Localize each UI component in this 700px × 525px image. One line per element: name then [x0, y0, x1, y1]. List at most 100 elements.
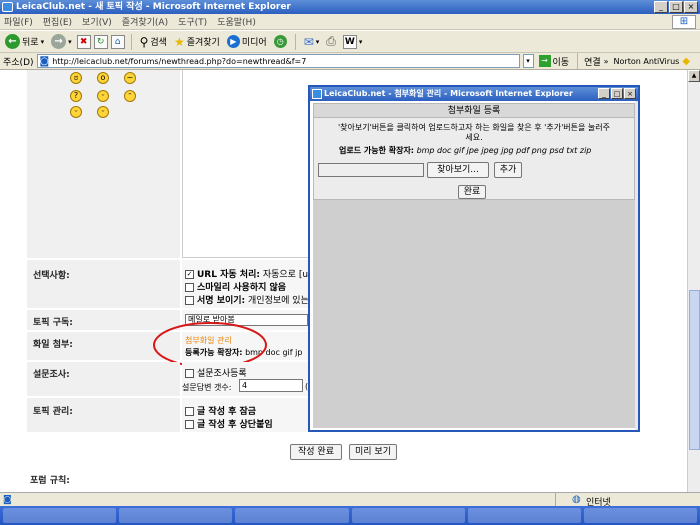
minimize-button[interactable]: _	[598, 88, 610, 99]
mail-button[interactable]: ✉ ▾	[302, 35, 322, 49]
lock-checkbox[interactable]	[185, 407, 194, 416]
sticky-option[interactable]: 글 작성 후 상단붙임	[185, 417, 273, 430]
home-icon[interactable]: ⌂	[110, 34, 125, 49]
search-button[interactable]: ⚲ 검색	[138, 35, 169, 49]
norton-label[interactable]: Norton AntiVirus	[614, 57, 680, 66]
print-button[interactable]: ⎙	[324, 34, 338, 49]
url-auto-checkbox[interactable]: ✓	[185, 270, 194, 279]
go-button[interactable]: → 이동	[537, 55, 572, 68]
page-status-icon: ◙	[3, 495, 12, 505]
smiley-icon[interactable]: ಠ	[70, 72, 82, 84]
manage-label-cell: 토픽 관리:	[27, 398, 180, 432]
done-button[interactable]: 완료	[458, 185, 486, 199]
taskbar-item[interactable]	[3, 508, 117, 523]
menu-favorites[interactable]: 즐겨찾기(A)	[122, 15, 168, 28]
lock-option[interactable]: 글 작성 후 잠금	[185, 404, 256, 417]
preview-button[interactable]: 미리 보기	[349, 444, 397, 460]
smilies-panel: ಠ o ~ ? ᵕ ᵔ ᵕ ᵕ	[27, 70, 180, 258]
message-editor[interactable]	[182, 70, 308, 258]
mad-smiley-icon[interactable]: ᵔ	[124, 90, 136, 102]
submit-button[interactable]: 작성 완료	[290, 444, 342, 460]
menu-tools[interactable]: 도구(T)	[178, 15, 207, 28]
ie-icon	[312, 89, 322, 99]
taskbar-item[interactable]	[583, 508, 698, 523]
url-auto-option[interactable]: ✓ URL 자동 처리: 자동으로 [ur	[185, 267, 312, 280]
add-button[interactable]: 추가	[494, 162, 522, 178]
go-label: 이동	[552, 57, 570, 68]
popup-titlebar: LeicaClub.net - 첨부화일 관리 - Microsoft Inte…	[310, 87, 638, 101]
status-divider	[555, 493, 556, 506]
upload-heading: 첨부화일 등록	[314, 104, 634, 118]
history-button[interactable]: ◷	[272, 35, 289, 48]
taskbar-item[interactable]	[467, 508, 581, 523]
address-input[interactable]: ◙ http://leicaclub.net/forums/newthread.…	[36, 54, 520, 68]
manage-label: 토픽 관리:	[33, 407, 73, 417]
upload-ext-label: 업로드 가능한 확장자:	[339, 146, 415, 155]
scroll-thumb[interactable]	[689, 290, 700, 450]
upload-instructions: '찾아보기'버튼을 클릭하여 업로드하고자 하는 화일을 찾은 후 '추가'버튼…	[318, 123, 630, 143]
scroll-up-icon[interactable]: ▲	[688, 70, 700, 82]
smiley-icon[interactable]: ᵕ	[97, 90, 109, 102]
poll-label-cell: 설문조사:	[27, 362, 180, 396]
chevron-double-right-icon[interactable]: »	[604, 57, 609, 66]
chevron-down-icon: ▾	[40, 37, 45, 46]
popup-window-controls: _ □ ×	[598, 88, 636, 99]
instructions-line-1: '찾아보기'버튼을 클릭하여 업로드하고자 하는 화일을 찾은 후 '추가'버튼…	[337, 123, 611, 132]
close-button[interactable]: ×	[684, 1, 698, 13]
file-path-input[interactable]	[318, 163, 424, 177]
signature-checkbox[interactable]	[185, 296, 194, 305]
sticky-checkbox[interactable]	[185, 420, 194, 429]
signature-label: 서명 보이기:	[197, 296, 246, 306]
forward-button[interactable]: → ▾	[49, 34, 74, 49]
popup-body: 첨부화일 등록 '찾아보기'버튼을 클릭하여 업로드하고자 하는 화일을 찾은 …	[313, 103, 635, 428]
media-button[interactable]: ▶ 미디어	[225, 35, 269, 48]
upload-extensions: 업로드 가능한 확장자: bmp doc gif jpe jpeg jpg pd…	[339, 145, 591, 156]
menu-help[interactable]: 도움말(H)	[217, 15, 256, 28]
links-label[interactable]: 연결	[584, 55, 601, 68]
menu-view[interactable]: 보기(V)	[82, 15, 112, 28]
search-label: 검색	[150, 38, 167, 48]
media-label: 미디어	[241, 38, 267, 48]
smiley-icon[interactable]: ᵕ	[97, 106, 109, 118]
vertical-scrollbar[interactable]: ▲	[687, 70, 700, 492]
norton-icon[interactable]: ◆	[682, 56, 690, 67]
stop-icon[interactable]: ✖	[76, 34, 91, 49]
signature-desc: 개인정보에 있는	[248, 296, 309, 306]
edit-button[interactable]: W ▾	[341, 34, 365, 49]
taskbar-item[interactable]	[235, 508, 349, 523]
back-button[interactable]: ← 뒤로 ▾	[3, 34, 46, 49]
poll-cell: 설문조사등록 설문답변 갯수: 4 (	[182, 362, 308, 396]
no-smilies-checkbox[interactable]	[185, 283, 194, 292]
signature-option[interactable]: 서명 보이기: 개인정보에 있는	[185, 293, 309, 306]
smiley-icon[interactable]: ᵕ	[70, 106, 82, 118]
close-button[interactable]: ×	[624, 88, 636, 99]
address-dropdown-icon[interactable]: ▾	[522, 54, 534, 68]
maximize-button[interactable]: □	[611, 88, 623, 99]
browse-button[interactable]: 찾아보기...	[427, 162, 489, 178]
confused-smiley-icon[interactable]: ?	[70, 90, 82, 102]
maximize-button[interactable]: □	[669, 1, 683, 13]
smiley-icon[interactable]: ~	[124, 72, 136, 84]
taskbar-item[interactable]	[119, 508, 233, 523]
options-label-cell: 선택사항:	[27, 260, 180, 308]
smiley-icon[interactable]: o	[97, 72, 109, 84]
no-smilies-option[interactable]: 스마일리 사용하지 않음	[185, 280, 286, 293]
back-label: 뒤로	[22, 38, 39, 48]
url-auto-desc: 자동으로 [ur	[262, 270, 312, 280]
options-label: 선택사항:	[33, 271, 70, 281]
poll-count-input[interactable]: 4	[239, 379, 303, 392]
favorites-button[interactable]: ★ 즐겨찾기	[172, 35, 222, 49]
poll-checkbox[interactable]	[185, 369, 194, 378]
window-controls: _ □ ×	[654, 1, 698, 13]
poll-option[interactable]: 설문조사등록	[185, 366, 247, 379]
minimize-button[interactable]: _	[654, 1, 668, 13]
history-icon: ◷	[273, 35, 287, 48]
taskbar-item[interactable]	[351, 508, 465, 523]
chevron-down-icon: ▾	[315, 37, 320, 46]
manage-cell: 글 작성 후 잠금 글 작성 후 상단붙임	[182, 398, 308, 432]
menu-file[interactable]: 파일(F)	[4, 15, 33, 28]
menu-edit[interactable]: 편집(E)	[43, 15, 72, 28]
refresh-icon[interactable]: ↻	[93, 34, 108, 49]
taskbar	[0, 506, 700, 525]
media-icon: ▶	[226, 35, 240, 48]
